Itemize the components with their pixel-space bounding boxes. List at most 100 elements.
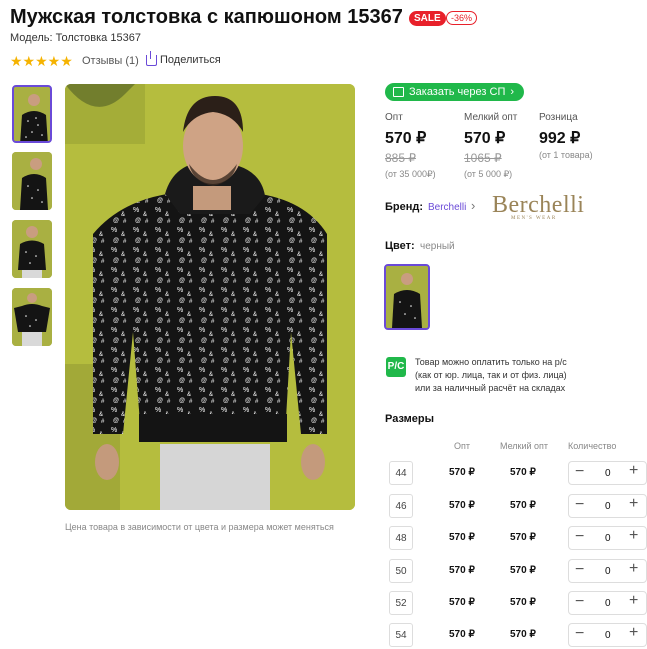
plus-icon[interactable]: + — [629, 527, 638, 545]
payment-line-3: или за наличный расчёт на складах — [415, 383, 566, 393]
price-small-opt-old: 1065 ₽ — [464, 151, 502, 165]
size-price-small-opt: 570 ₽ — [510, 629, 536, 640]
quantity-value[interactable]: 0 — [605, 630, 611, 641]
brand-label: Бренд: — [385, 201, 424, 213]
minus-icon[interactable]: − — [575, 528, 584, 546]
plus-icon[interactable]: + — [629, 462, 638, 480]
thumb-photo-icon — [14, 87, 50, 141]
cart-icon — [393, 87, 404, 97]
brand-logo[interactable]: Berchelli — [492, 192, 584, 219]
price-retail-label: Розница — [539, 112, 578, 123]
plus-icon[interactable]: + — [629, 495, 638, 513]
size-price-opt: 570 ₽ — [449, 565, 475, 576]
col-header-small-opt: Мелкий опт — [500, 441, 549, 451]
quantity-stepper[interactable]: − 0 + — [568, 494, 647, 518]
gallery-thumb-2[interactable] — [12, 152, 52, 210]
payment-notice: Товар можно оплатить только на р/с (как … — [415, 356, 567, 395]
quantity-stepper[interactable]: − 0 + — [568, 623, 647, 647]
payment-icon: P/C — [386, 357, 406, 377]
thumb-photo-icon — [12, 288, 52, 346]
quantity-value[interactable]: 0 — [605, 468, 611, 479]
quantity-value[interactable]: 0 — [605, 533, 611, 544]
quantity-stepper[interactable]: − 0 + — [568, 461, 647, 485]
col-header-opt: Опт — [454, 441, 470, 451]
plus-icon[interactable]: + — [629, 560, 638, 578]
size-price-small-opt: 570 ₽ — [510, 532, 536, 543]
brand-link[interactable]: Berchelli — [428, 202, 466, 213]
chevron-right-icon: › — [471, 198, 476, 213]
quantity-stepper[interactable]: − 0 + — [568, 559, 647, 583]
product-title: Мужская толстовка с капюшоном 15367 — [10, 6, 403, 28]
payment-line-2: (как от юр. лица, так и от физ. лица) — [415, 370, 567, 380]
price-small-opt-label: Мелкий опт — [464, 112, 518, 123]
price-disclaimer: Цена товара в зависимости от цвета и раз… — [65, 522, 334, 532]
size-price-opt: 570 ₽ — [449, 532, 475, 543]
price-small-opt-note: (от 5 000 ₽) — [464, 169, 513, 179]
size-price-small-opt: 570 ₽ — [510, 597, 536, 608]
discount-badge: -36% — [446, 11, 478, 25]
quantity-value[interactable]: 0 — [605, 501, 611, 512]
size-row: 46 570 ₽ 570 ₽ − 0 + — [385, 494, 647, 520]
size-label: 52 — [389, 591, 413, 615]
size-row: 44 570 ₽ 570 ₽ − 0 + — [385, 461, 647, 487]
plus-icon[interactable]: + — [629, 592, 638, 610]
quantity-value[interactable]: 0 — [605, 566, 611, 577]
size-row: 50 570 ₽ 570 ₽ − 0 + — [385, 559, 647, 585]
size-price-small-opt: 570 ₽ — [510, 467, 536, 478]
share-button[interactable]: Поделиться — [146, 50, 221, 66]
swatch-photo-icon — [386, 266, 428, 328]
size-label: 54 — [389, 623, 413, 647]
thumb-photo-icon — [12, 220, 52, 278]
size-row: 48 570 ₽ 570 ₽ − 0 + — [385, 526, 647, 552]
main-product-photo[interactable]: % & @ # — [65, 84, 355, 510]
rating-stars-icon: ★★★★★ — [10, 53, 73, 69]
color-swatch-black[interactable] — [384, 264, 430, 330]
plus-icon[interactable]: + — [629, 624, 638, 642]
price-opt-old: 885 ₽ — [385, 151, 416, 165]
thumb-photo-icon — [12, 152, 52, 210]
size-price-small-opt: 570 ₽ — [510, 565, 536, 576]
gallery-thumb-4[interactable] — [12, 288, 52, 346]
minus-icon[interactable]: − — [575, 625, 584, 643]
size-label: 48 — [389, 526, 413, 550]
price-retail-note: (от 1 товара) — [539, 150, 593, 160]
size-row: 52 570 ₽ 570 ₽ − 0 + — [385, 591, 647, 617]
price-opt-note: (от 35 000₽) — [385, 169, 436, 179]
chevron-right-icon: › — [510, 86, 515, 98]
minus-icon[interactable]: − — [575, 593, 584, 611]
size-price-opt: 570 ₽ — [449, 629, 475, 640]
gallery-thumb-1[interactable] — [12, 85, 52, 143]
price-opt-label: Опт — [385, 112, 403, 123]
size-label: 44 — [389, 461, 413, 485]
quantity-stepper[interactable]: − 0 + — [568, 526, 647, 550]
payment-line-1: Товар можно оплатить только на р/с — [415, 357, 567, 367]
sale-badge: SALE — [409, 11, 446, 26]
model-label: Модель: Толстовка 15367 — [10, 32, 141, 44]
size-price-opt: 570 ₽ — [449, 467, 475, 478]
minus-icon[interactable]: − — [575, 561, 584, 579]
size-price-small-opt: 570 ₽ — [510, 500, 536, 511]
size-label: 46 — [389, 494, 413, 518]
hoodie-photo-icon: % & @ # — [65, 84, 355, 510]
minus-icon[interactable]: − — [575, 496, 584, 514]
reviews-link[interactable]: Отзывы (1) — [82, 55, 139, 67]
size-price-opt: 570 ₽ — [449, 597, 475, 608]
color-value: черный — [420, 241, 455, 252]
color-label: Цвет: — [385, 240, 415, 252]
share-label: Поделиться — [160, 54, 221, 66]
price-small-opt-value: 570 ₽ — [464, 130, 506, 147]
gallery-thumb-3[interactable] — [12, 220, 52, 278]
size-price-opt: 570 ₽ — [449, 500, 475, 511]
order-button-label: Заказать через СП — [409, 86, 506, 98]
size-label: 50 — [389, 559, 413, 583]
quantity-value[interactable]: 0 — [605, 598, 611, 609]
size-row: 54 570 ₽ 570 ₽ − 0 + — [385, 623, 647, 649]
price-opt-value: 570 ₽ — [385, 130, 427, 147]
sizes-title: Размеры — [385, 413, 435, 425]
share-icon — [146, 50, 157, 66]
minus-icon[interactable]: − — [575, 463, 584, 481]
brand-logo-subtitle: MEN'S WEAR — [511, 216, 557, 221]
col-header-qty: Количество — [568, 441, 617, 451]
order-via-sp-button[interactable]: Заказать через СП › — [385, 83, 525, 101]
quantity-stepper[interactable]: − 0 + — [568, 591, 647, 615]
